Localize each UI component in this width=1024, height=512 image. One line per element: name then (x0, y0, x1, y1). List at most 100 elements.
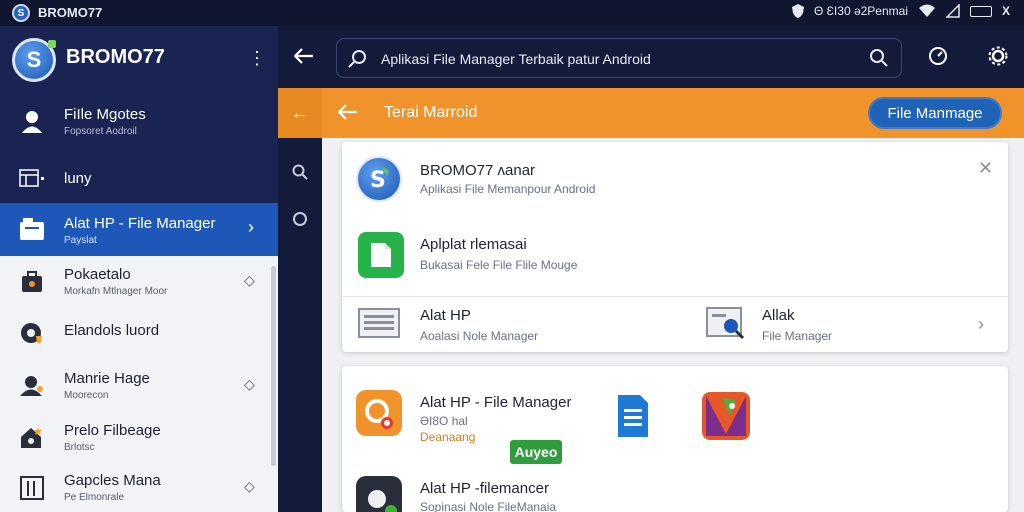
shield-icon (792, 4, 805, 18)
search-input[interactable]: Aplikasi File Manager Terbaik patur Andr… (381, 51, 651, 67)
list-item[interactable]: Alat HP Aoalasi Nole Manager (342, 297, 672, 352)
home-icon (18, 424, 46, 452)
sidebar-item-sub: Moorecon (64, 390, 109, 401)
sidebar-item-label: Manrie Hage (64, 370, 150, 387)
shield-user-icon (18, 320, 46, 348)
diamond-arrow-icon[interactable]: ◇ (244, 272, 255, 289)
rail-search-icon[interactable] (292, 164, 308, 185)
item-title: Allak (762, 307, 795, 324)
sidebar-item-label: Alat HP - File Manager (64, 215, 216, 232)
sidebar-header: S BROMO77 ⋮ (0, 26, 278, 94)
briefcase-icon (18, 268, 46, 296)
more-menu-icon[interactable]: ⋮ (248, 48, 266, 69)
install-button[interactable]: Auyeo (510, 440, 562, 464)
list-item[interactable]: Aplplat rlemasai Bukasai Fele File Flile… (342, 218, 1008, 294)
manager-app-icon (356, 476, 402, 512)
status-app-title: BROMO77 (38, 5, 103, 20)
chevron-right-icon[interactable]: › (978, 314, 984, 335)
list-item[interactable]: Alat HP - File Manager ƏI8O hal Deanaang… (342, 366, 1008, 466)
sidebar: S BROMO77 ⋮ FiIle Mgotes Fopsoret Aodroi… (0, 26, 278, 512)
sidebar-item-alat-hp[interactable]: Alat HP - File Manager Payslat › (0, 203, 278, 256)
sidebar-item-luny[interactable]: luny (0, 156, 278, 202)
diamond-arrow-icon[interactable]: ◇ (244, 478, 255, 495)
header-title: Terai Marroid (384, 104, 478, 121)
status-text: Θ ƐI30 ə2Penmai (814, 4, 908, 18)
collapse-arrow-icon[interactable]: ← (278, 88, 322, 138)
brand-title: BROMO77 (66, 46, 165, 68)
settings-icon[interactable] (988, 46, 1008, 71)
sidebar-item-manrie[interactable]: Manrie Hage Moorecon ◇ (0, 360, 278, 412)
bromo-app-icon: S (356, 156, 402, 202)
sidebar-item-label: Gapcles Mana (64, 472, 161, 489)
list-item[interactable]: S BROMO77 ʌanar Aplikasi File Memanpour … (342, 142, 1008, 218)
item-title: Alat HP -filemancer (420, 480, 549, 497)
wifi-icon (918, 4, 936, 18)
item-title: Alat HP (420, 307, 471, 324)
close-icon[interactable]: X (1002, 4, 1010, 18)
sidebar-item-label: FiIle Mgotes (64, 106, 146, 123)
app-list-card: Alat HP - File Manager ƏI8O hal Deanaang… (342, 366, 1008, 512)
status-bar: S BROMO77 Θ ƐI30 ə2Penmai X (0, 0, 1024, 26)
item-subtitle: File Manager (762, 329, 833, 343)
orange-header: ← Terai Marroid File Manmage (278, 88, 1024, 138)
user-icon (18, 108, 46, 136)
sidebar-item-file-notes[interactable]: FiIle Mgotes Fopsoret Aodroil (0, 94, 278, 156)
document-app-icon (358, 232, 404, 278)
item-title: BROMO77 ʌanar (420, 162, 536, 179)
signal-icon (945, 4, 960, 18)
svg-text:S: S (370, 168, 386, 192)
grid-icon (18, 474, 46, 502)
sidebar-list: Pokaetalo Morkafn Mtlnager Moor ◇ Elando… (0, 256, 278, 512)
result-card: S BROMO77 ʌanar Aplikasi File Memanpour … (342, 142, 1008, 352)
sidebar-item-sub: Brlotsc (64, 442, 95, 453)
back-arrow-icon[interactable] (292, 44, 316, 68)
item-subtitle: Bukasai Fele File Flile Mouge (420, 258, 578, 272)
blue-doc-app-icon[interactable] (612, 392, 652, 440)
colorful-app-icon[interactable] (702, 392, 750, 440)
magnifier-icon[interactable] (869, 48, 889, 73)
search-doc-icon (704, 303, 748, 343)
brand-logo-accent (48, 40, 56, 48)
status-right: Θ ƐI30 ə2Penmai X (792, 4, 1010, 18)
sidebar-item-label: luny (64, 170, 92, 187)
sidebar-item-sub: Fopsoret Aodroil (64, 126, 137, 137)
alat-hp-app-icon (356, 390, 402, 436)
sidebar-item-label: Elandols luord (64, 322, 160, 339)
sidebar-item-label: Pokaetalo (64, 266, 131, 283)
chevron-right-icon: › (248, 217, 254, 237)
top-bar: Aplikasi File Manager Terbaik patur Andr… (278, 26, 1024, 88)
list-item[interactable]: Alat HP -filemancer Sopinasi Nole FileMa… (342, 466, 1008, 512)
group-icon (18, 372, 46, 400)
table-app-icon (356, 303, 402, 343)
item-title: Aplplat rlemasai (420, 236, 527, 253)
header-back-icon[interactable] (337, 100, 358, 126)
side-rail (278, 138, 322, 512)
search-bar[interactable]: Aplikasi File Manager Terbaik patur Andr… (336, 38, 902, 78)
item-subtitle: ƏI8O hal (420, 414, 468, 428)
list-item[interactable]: Allak File Manager (702, 297, 1008, 352)
rail-circle-icon[interactable] (293, 212, 307, 226)
close-icon[interactable]: ✕ (978, 158, 993, 179)
app-logo-icon: S (12, 4, 30, 22)
diamond-arrow-icon[interactable]: ◇ (244, 376, 255, 393)
item-title: Alat HP - File Manager (420, 394, 572, 411)
sidebar-item-pokaetalo[interactable]: Pokaetalo Morkafn Mtlnager Moor ◇ (0, 256, 278, 308)
sidebar-item-sub: Morkafn Mtlnager Moor (64, 286, 168, 297)
window-icon (18, 164, 46, 192)
search-icon (347, 49, 367, 74)
sidebar-item-prelo[interactable]: Prelo Filbeage Brlotsc (0, 412, 278, 464)
item-category: Deanaang (420, 430, 476, 444)
sidebar-item-gapcles[interactable]: Gapcles Mana Pe Elmonrale ◇ (0, 464, 278, 512)
battery-icon (969, 5, 992, 17)
folder-icon (18, 215, 46, 243)
item-subtitle: Aoalasi Nole Manager (420, 329, 539, 343)
main-panel: Aplikasi File Manager Terbaik patur Andr… (278, 26, 1024, 512)
sidebar-item-label: Prelo Filbeage (64, 422, 161, 439)
sidebar-item-sub: Payslat (64, 235, 97, 246)
refresh-icon[interactable] (928, 46, 948, 71)
sidebar-item-sub: Pe Elmonrale (64, 492, 125, 503)
sidebar-item-elandols[interactable]: Elandols luord (0, 308, 278, 360)
item-subtitle: Sopinasi Nole FileManaia (420, 500, 557, 512)
file-manager-button[interactable]: File Manmage (868, 97, 1002, 129)
item-subtitle: Aplikasi File Memanpour Android (420, 182, 596, 196)
